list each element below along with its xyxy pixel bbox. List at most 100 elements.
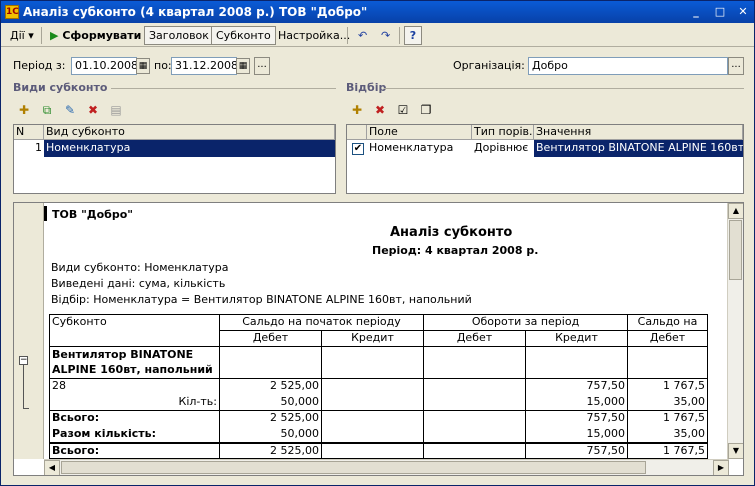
- quantity-total-label[interactable]: Разом кількість:: [49, 426, 220, 443]
- grand-total-close[interactable]: 1 767,5: [627, 441, 708, 459]
- report-selection: Відбір: Номенклатура = Вентилятор BINATO…: [51, 293, 472, 306]
- header-button[interactable]: Заголовок: [144, 26, 214, 45]
- report-sheet[interactable]: − ТОВ "Добро" Аналіз субконто Період: 4 …: [13, 202, 744, 476]
- quantity-total-close[interactable]: 35,00: [627, 426, 708, 443]
- minimize-button[interactable]: _: [688, 5, 704, 19]
- cell[interactable]: [321, 410, 424, 427]
- cell[interactable]: [321, 426, 424, 443]
- filter-value-cell[interactable]: Вентилятор BINATONE ALPINE 160вт, ...: [534, 140, 743, 157]
- move-row-icon[interactable]: ▤: [107, 101, 125, 119]
- subconto-type-cell[interactable]: Номенклатура: [44, 140, 335, 157]
- quantity-close-debit[interactable]: 35,00: [627, 394, 708, 411]
- scroll-right-icon[interactable]: ▶: [713, 460, 729, 475]
- cell[interactable]: [321, 441, 424, 459]
- org-field[interactable]: Добро: [528, 57, 728, 75]
- quantity-turn-credit[interactable]: 15,000: [525, 394, 628, 411]
- total-close-debit[interactable]: 1 767,5: [627, 410, 708, 427]
- total-turn-credit[interactable]: 757,50: [525, 410, 628, 427]
- account-open-debit[interactable]: 2 525,00: [219, 378, 322, 395]
- header-opening-balance: Сальдо на початок періоду: [219, 314, 424, 331]
- total-label[interactable]: Всього:: [49, 410, 220, 427]
- period-select-button[interactable]: ...: [254, 57, 270, 75]
- generate-button[interactable]: ▶ Сформувати: [45, 26, 146, 45]
- maximize-button[interactable]: □: [712, 5, 728, 19]
- quantity-label[interactable]: Кіл-ть:: [49, 394, 220, 411]
- header-credit: Кредит: [321, 330, 424, 347]
- quantity-total-turn[interactable]: 15,000: [525, 426, 628, 443]
- cell[interactable]: [321, 378, 424, 395]
- vertical-scrollbar[interactable]: ▲ ▼: [727, 203, 743, 459]
- filter-field-cell[interactable]: Номенклатура: [367, 140, 472, 157]
- undo-icon[interactable]: ↶: [353, 26, 372, 45]
- scroll-down-icon[interactable]: ▼: [728, 443, 743, 459]
- column-header-n[interactable]: N: [14, 125, 44, 140]
- scroll-left-icon[interactable]: ◀: [44, 460, 60, 475]
- calendar-icon[interactable]: ▦: [136, 58, 150, 74]
- account-turn-credit[interactable]: 757,50: [525, 378, 628, 395]
- grand-total-turn[interactable]: 757,50: [525, 441, 628, 459]
- column-header-compare[interactable]: Тип порів...: [472, 125, 534, 140]
- play-icon: ▶: [50, 29, 59, 42]
- copy-row-icon[interactable]: ⧉: [38, 101, 56, 119]
- cell[interactable]: [423, 410, 526, 427]
- grouping-gutter: −: [14, 203, 44, 459]
- horizontal-scrollbar[interactable]: ◀ ▶: [44, 459, 729, 475]
- cell[interactable]: [525, 346, 628, 379]
- cell[interactable]: [423, 426, 526, 443]
- cell[interactable]: [219, 346, 322, 379]
- account-close-debit[interactable]: 1 767,5: [627, 378, 708, 395]
- grand-total-open[interactable]: 2 525,00: [219, 441, 322, 459]
- quantity-total-open[interactable]: 50,000: [219, 426, 322, 443]
- item-name[interactable]: Вентилятор BINATONE ALPINE 160вт, напольн…: [49, 346, 220, 379]
- org-select-button[interactable]: ...: [728, 57, 744, 75]
- cell[interactable]: [423, 378, 526, 395]
- cell[interactable]: [321, 394, 424, 411]
- dropdown-arrow-icon: ▾: [28, 29, 34, 42]
- selection-grid[interactable]: Поле Тип порів... Значення ✔ Номенклатур…: [346, 124, 744, 194]
- vertical-scroll-thumb[interactable]: [729, 220, 742, 280]
- report-period: Період: 4 квартал 2008 р.: [372, 244, 539, 257]
- cell[interactable]: [423, 346, 526, 379]
- check-all-icon[interactable]: ☑: [394, 101, 412, 119]
- date-from-field[interactable]: 01.10.2008: [71, 57, 138, 75]
- filter-compare-cell[interactable]: Дорівнює: [472, 140, 534, 157]
- grand-total-label[interactable]: Всього:: [49, 441, 220, 459]
- total-open-debit[interactable]: 2 525,00: [219, 410, 322, 427]
- settings-button[interactable]: Настройка...: [273, 26, 355, 45]
- add-row-icon[interactable]: ✚: [15, 101, 33, 119]
- cell[interactable]: [627, 346, 708, 379]
- horizontal-scroll-thumb[interactable]: [61, 461, 646, 474]
- edit-row-icon[interactable]: ✎: [61, 101, 79, 119]
- header-credit: Кредит: [525, 330, 628, 347]
- column-header-field[interactable]: Поле: [367, 125, 472, 140]
- add-filter-icon[interactable]: ✚: [348, 101, 366, 119]
- collapse-group-icon[interactable]: −: [19, 356, 28, 365]
- subconto-button[interactable]: Субконто: [211, 26, 276, 45]
- column-header-value[interactable]: Значення: [534, 125, 743, 140]
- date-to-field[interactable]: 31.12.2008: [171, 57, 238, 75]
- cell[interactable]: [423, 441, 526, 459]
- header-turnover: Обороти за період: [423, 314, 628, 331]
- help-icon[interactable]: ?: [404, 26, 422, 45]
- column-header-use[interactable]: [347, 125, 367, 140]
- column-header-subconto-type[interactable]: Вид субконто: [44, 125, 335, 140]
- delete-row-icon[interactable]: ✖: [84, 101, 102, 119]
- quantity-row: Кіл-ть: 50,000 15,000 35,00: [49, 394, 708, 411]
- subconto-types-title: Види субконто: [13, 81, 108, 94]
- redo-icon[interactable]: ↷: [376, 26, 395, 45]
- cell[interactable]: [321, 346, 424, 379]
- use-checkbox[interactable]: ✔: [350, 140, 366, 157]
- delete-filter-icon[interactable]: ✖: [371, 101, 389, 119]
- cell-cursor: [44, 206, 47, 221]
- uncheck-all-icon[interactable]: ❐: [417, 101, 435, 119]
- account-cell[interactable]: 28: [49, 378, 220, 395]
- cell[interactable]: [423, 394, 526, 411]
- row-number[interactable]: 1: [14, 140, 44, 157]
- subconto-types-grid[interactable]: N Вид субконто 1 Номенклатура: [13, 124, 336, 194]
- scroll-up-icon[interactable]: ▲: [728, 203, 743, 219]
- actions-menu[interactable]: Дії ▾: [5, 26, 39, 45]
- close-button[interactable]: ✕: [735, 5, 751, 19]
- toolbar: Дії ▾ ▶ Сформувати Заголовок Субконто На…: [1, 24, 754, 47]
- quantity-open-debit[interactable]: 50,000: [219, 394, 322, 411]
- calendar-icon[interactable]: ▦: [236, 58, 250, 74]
